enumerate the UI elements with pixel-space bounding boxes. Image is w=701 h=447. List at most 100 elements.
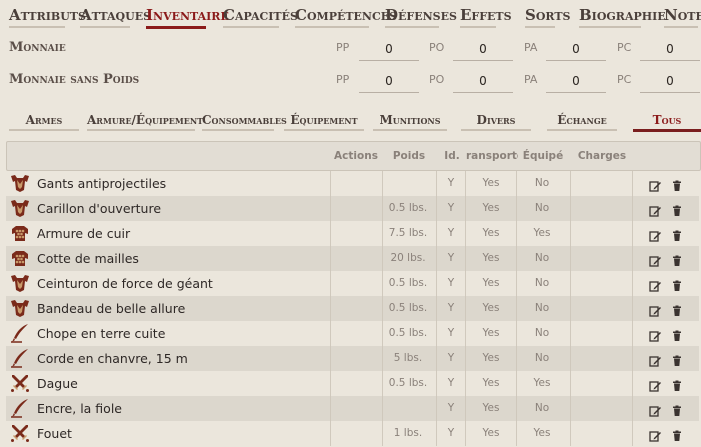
item-carried[interactable]: Yes — [465, 296, 517, 321]
subtab-armure[interactable]: Armure/Équipement — [87, 110, 203, 130]
table-row[interactable]: Ceinturon de force de géant 0.5 lbs. Y Yes N… — [6, 271, 699, 296]
pa-input[interactable] — [546, 38, 606, 61]
item-equipped[interactable]: No — [516, 396, 568, 421]
table-row[interactable]: Encre, la fiole Y Yes No — [6, 396, 699, 421]
item-name[interactable]: Carillon d'ouverture — [37, 196, 327, 221]
edit-icon[interactable] — [649, 227, 661, 242]
item-name[interactable]: Dague — [37, 371, 327, 396]
table-row[interactable]: Fouet 1 lbs. Y Yes Yes — [6, 421, 699, 446]
subtab-divers[interactable]: Divers — [461, 110, 531, 130]
trash-icon[interactable] — [671, 402, 683, 416]
edit-icon[interactable] — [649, 252, 661, 267]
pa-weightless-input[interactable] — [546, 70, 606, 93]
item-equipped[interactable]: No — [516, 196, 568, 221]
header-actions[interactable]: Actions — [331, 142, 381, 170]
item-carried[interactable]: Yes — [465, 346, 517, 371]
subtab-equipement[interactable]: Équipement — [284, 110, 364, 130]
table-row[interactable]: Cotte de mailles 20 lbs. Y Yes No — [6, 246, 699, 271]
header-id[interactable]: Id. — [437, 142, 467, 170]
item-name[interactable]: Corde en chanvre, 15 m — [37, 346, 327, 371]
edit-icon[interactable] — [649, 352, 661, 367]
subtab-tous[interactable]: Tous — [633, 110, 701, 130]
po-input[interactable] — [453, 38, 513, 61]
trash-icon[interactable] — [671, 377, 683, 391]
item-name[interactable]: Encre, la fiole — [37, 396, 327, 421]
table-row[interactable]: Carillon d'ouverture 0.5 lbs. Y Yes No — [6, 196, 699, 221]
subtab-consommables[interactable]: Consommables — [202, 110, 287, 130]
table-row[interactable]: Gants antiprojectiles Y Yes No — [6, 171, 699, 196]
item-name[interactable]: Armure de cuir — [37, 221, 327, 246]
table-row[interactable]: Chope en terre cuite 0.5 lbs. Y Yes No — [6, 321, 699, 346]
item-equipped[interactable]: No — [516, 271, 568, 296]
item-equipped[interactable]: No — [516, 171, 568, 196]
item-equipped[interactable]: No — [516, 321, 568, 346]
table-row[interactable]: Corde en chanvre, 15 m 5 lbs. Y Yes No — [6, 346, 699, 371]
trash-icon[interactable] — [671, 227, 683, 241]
item-carried[interactable]: Yes — [465, 271, 517, 296]
inventory-table-header: Actions Poids Id. ransporté Équipé Charg… — [6, 141, 701, 171]
tab-biographie[interactable]: Biographie — [579, 2, 666, 28]
pc-weightless-input[interactable] — [640, 70, 700, 93]
pp-weightless-input[interactable] — [359, 70, 419, 93]
column-divider — [330, 346, 331, 371]
item-carried[interactable]: Yes — [465, 396, 517, 421]
trash-icon[interactable] — [671, 427, 683, 441]
edit-icon[interactable] — [649, 402, 661, 417]
tab-defenses[interactable]: Défenses — [385, 2, 457, 28]
tab-sorts[interactable]: Sorts — [525, 2, 571, 28]
edit-icon[interactable] — [649, 202, 661, 217]
item-carried[interactable]: Yes — [465, 246, 517, 271]
tab-notes[interactable]: Notes — [664, 2, 701, 28]
edit-icon[interactable] — [649, 177, 661, 192]
subtab-munitions[interactable]: Munitions — [373, 110, 447, 130]
tab-capacites[interactable]: Capacités — [223, 2, 298, 28]
item-equipped[interactable]: No — [516, 346, 568, 371]
header-charges[interactable]: Charges — [571, 142, 633, 170]
trash-icon[interactable] — [671, 202, 683, 216]
item-equipped[interactable]: No — [516, 246, 568, 271]
item-equipped[interactable]: No — [516, 296, 568, 321]
item-carried[interactable]: Yes — [465, 421, 517, 446]
item-name[interactable]: Ceinturon de force de géant — [37, 271, 327, 296]
trash-icon[interactable] — [671, 352, 683, 366]
edit-icon[interactable] — [649, 427, 661, 442]
trash-icon[interactable] — [671, 252, 683, 266]
edit-icon[interactable] — [649, 327, 661, 342]
tab-inventaire[interactable]: Inventaire — [146, 2, 229, 28]
header-equipe[interactable]: Équipé — [517, 142, 569, 170]
item-name[interactable]: Fouet — [37, 421, 327, 446]
edit-icon[interactable] — [649, 277, 661, 292]
item-carried[interactable]: Yes — [465, 371, 517, 396]
item-carried[interactable]: Yes — [465, 221, 517, 246]
subtab-echange[interactable]: Échange — [547, 110, 617, 130]
item-carried[interactable]: Yes — [465, 196, 517, 221]
table-row[interactable]: Dague 0.5 lbs. Y Yes Yes — [6, 371, 699, 396]
edit-icon[interactable] — [649, 302, 661, 317]
header-poids[interactable]: Poids — [383, 142, 435, 170]
item-equipped[interactable]: Yes — [516, 221, 568, 246]
subtab-armes[interactable]: Armes — [9, 110, 79, 130]
trash-icon[interactable] — [671, 302, 683, 316]
header-transporte[interactable]: ransporté — [466, 142, 518, 170]
item-equipped[interactable]: Yes — [516, 371, 568, 396]
edit-icon[interactable] — [649, 377, 661, 392]
item-carried[interactable]: Yes — [465, 321, 517, 346]
table-row[interactable]: Bandeau de belle allure 0.5 lbs. Y Yes No — [6, 296, 699, 321]
table-row[interactable]: Armure de cuir 7.5 lbs. Y Yes Yes — [6, 221, 699, 246]
item-name[interactable]: Cotte de mailles — [37, 246, 327, 271]
item-equipped[interactable]: Yes — [516, 421, 568, 446]
item-name[interactable]: Bandeau de belle allure — [37, 296, 327, 321]
tab-competences[interactable]: Compétences — [295, 2, 397, 28]
pc-input[interactable] — [640, 38, 700, 61]
trash-icon[interactable] — [671, 177, 683, 191]
pp-input[interactable] — [359, 38, 419, 61]
trash-icon[interactable] — [671, 327, 683, 341]
tab-effets[interactable]: Effets — [460, 2, 512, 28]
item-name[interactable]: Gants antiprojectiles — [37, 171, 327, 196]
trash-icon[interactable] — [671, 277, 683, 291]
tab-attaques[interactable]: Attaques — [80, 2, 151, 28]
item-name[interactable]: Chope en terre cuite — [37, 321, 327, 346]
po-weightless-input[interactable] — [453, 70, 513, 93]
item-carried[interactable]: Yes — [465, 171, 517, 196]
tab-attributs[interactable]: Attributs — [9, 2, 86, 28]
